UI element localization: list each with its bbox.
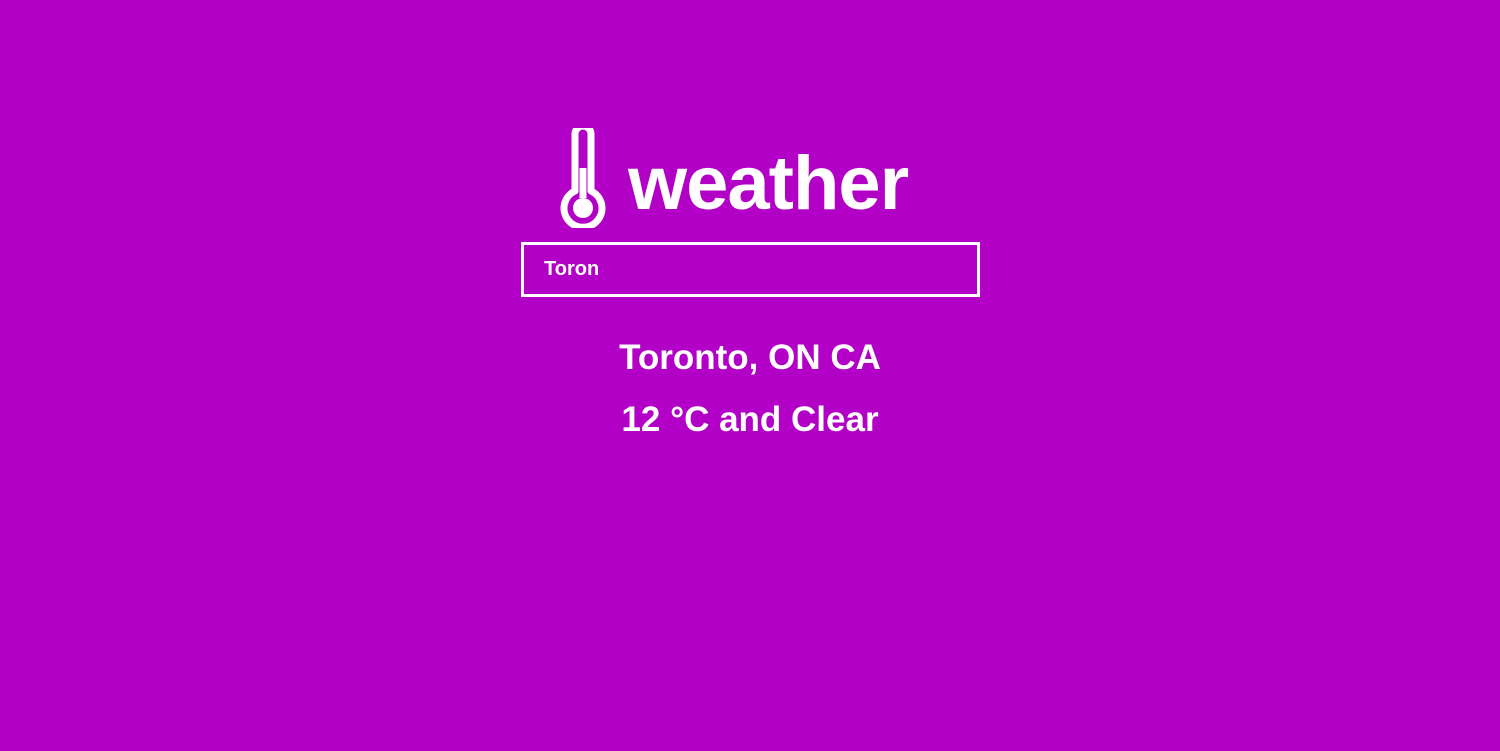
app-title: weather: [628, 141, 909, 226]
city-search-box[interactable]: [521, 242, 980, 297]
thermometer-icon: [560, 128, 606, 228]
city-search-input[interactable]: [524, 245, 977, 294]
weather-app: weather Toronto, ON CA 12 °C and Clear: [0, 0, 1500, 751]
location-label: Toronto, ON CA: [619, 338, 881, 377]
app-header: weather: [558, 128, 909, 228]
weather-conditions: 12 °C and Clear: [621, 400, 879, 439]
